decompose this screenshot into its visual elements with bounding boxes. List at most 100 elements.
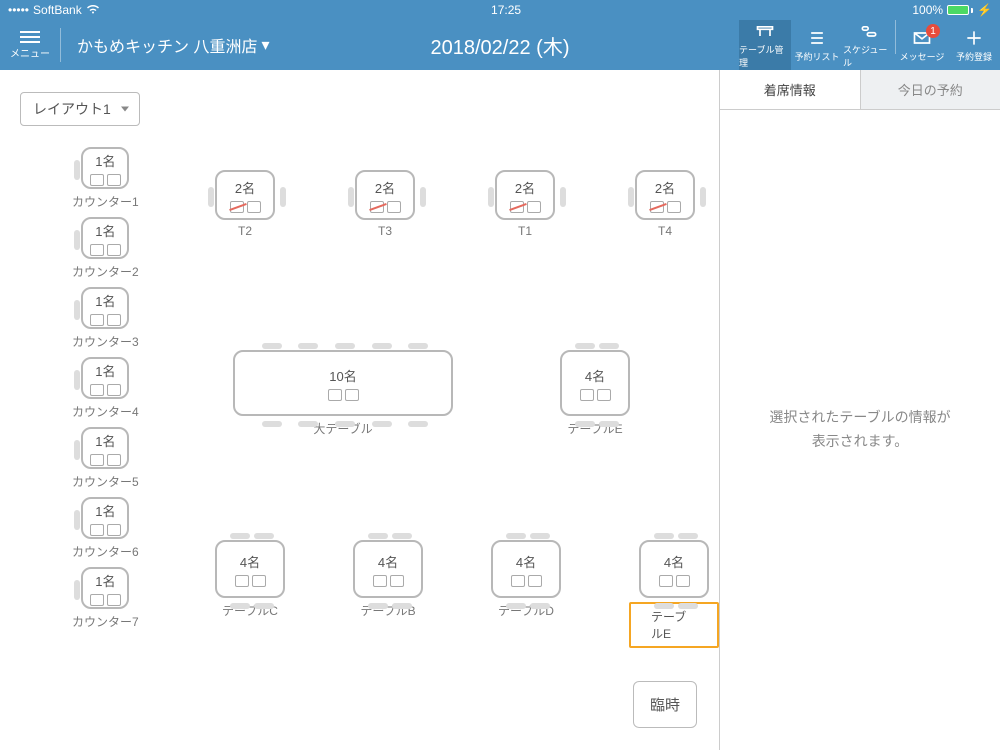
counter-table[interactable]: 1名 カウンター3 — [72, 287, 139, 350]
seat-mini-icon — [107, 594, 121, 606]
table-capacity: 2名 — [655, 178, 675, 197]
seat-mini-icon — [252, 575, 266, 587]
counter-table[interactable]: 1名 カウンター4 — [72, 357, 139, 420]
signal-dots-icon: ••••• — [8, 3, 29, 17]
nav-add-reservation[interactable]: 予約登録 — [948, 20, 1000, 70]
table-mini-icon — [580, 389, 594, 401]
layout-selector[interactable]: レイアウト1 — [20, 92, 140, 126]
small-table[interactable]: 2名 T2 — [215, 170, 275, 238]
table-mini-icon — [373, 575, 387, 587]
temporary-button[interactable]: 臨時 — [633, 681, 697, 728]
table-capacity: 4名 — [664, 552, 684, 571]
seat-mini-icon — [107, 524, 121, 536]
table-mini-icon — [90, 524, 104, 536]
floor-plan[interactable]: レイアウト1 臨時 1名 カウンター1 1名 カウンター2 1名 カウンター3 — [0, 70, 720, 750]
menu-button[interactable]: メニュー — [0, 20, 60, 70]
status-bar: ••••• SoftBank 17:25 100% ⚡ — [0, 0, 1000, 20]
table-capacity: 1名 — [95, 221, 115, 240]
counter-table[interactable]: 1名 カウンター7 — [72, 567, 139, 630]
table-label: T3 — [378, 224, 392, 238]
table-mini-icon — [235, 575, 249, 587]
seat-mini-icon — [107, 384, 121, 396]
table-capacity: 2名 — [375, 178, 395, 197]
bottom-table[interactable]: 4名 テーブルC — [215, 540, 285, 619]
seat-mini-icon — [390, 575, 404, 587]
table-mini-icon — [90, 174, 104, 186]
nav-label: メッセージ — [900, 50, 945, 63]
table-label: カウンター7 — [72, 613, 139, 630]
table-capacity: 4名 — [240, 552, 260, 571]
table-capacity: 1名 — [95, 501, 115, 520]
table-mini-icon — [90, 384, 104, 396]
big-table[interactable]: 10名 大テーブル — [233, 350, 453, 437]
table-mini-icon — [90, 244, 104, 256]
table-label: テーブルE — [629, 602, 719, 648]
table-label: T4 — [658, 224, 672, 238]
bottom-table[interactable]: 4名 テーブルE — [629, 540, 719, 648]
table-icon — [754, 21, 776, 41]
nav-reservation-list[interactable]: 予約リスト — [791, 20, 843, 70]
bottom-table[interactable]: 4名 テーブルD — [491, 540, 561, 619]
table-mini-icon — [90, 594, 104, 606]
table-capacity: 1名 — [95, 151, 115, 170]
counter-table[interactable]: 1名 カウンター1 — [72, 147, 139, 210]
small-table[interactable]: 2名 T1 — [495, 170, 555, 238]
table-mini-icon — [328, 389, 342, 401]
table-capacity: 4名 — [585, 366, 605, 385]
bottom-table[interactable]: 4名 テーブルB — [353, 540, 423, 619]
tab-today-reservations[interactable]: 今日の予約 — [860, 70, 1000, 110]
table-label: カウンター3 — [72, 333, 139, 350]
charging-icon: ⚡ — [977, 3, 992, 17]
table-mini-icon — [90, 314, 104, 326]
seat-mini-icon — [107, 174, 121, 186]
table-capacity: 1名 — [95, 431, 115, 450]
seat-mini-icon — [107, 244, 121, 256]
small-table[interactable]: 2名 T4 — [635, 170, 695, 238]
menu-label: メニュー — [10, 45, 50, 60]
seat-mini-icon — [247, 201, 261, 213]
table-capacity: 2名 — [515, 178, 535, 197]
carrier-label: SoftBank — [33, 3, 82, 17]
tab-seat-info[interactable]: 着席情報 — [720, 70, 860, 110]
table-capacity: 4名 — [378, 552, 398, 571]
store-selector[interactable]: かもめキッチン 八重洲店 ▾ — [61, 33, 285, 57]
seat-mini-icon — [528, 575, 542, 587]
wifi-icon — [86, 3, 100, 17]
counter-table[interactable]: 1名 カウンター5 — [72, 427, 139, 490]
seat-mini-icon — [107, 314, 121, 326]
table-mini-icon — [511, 575, 525, 587]
status-time: 17:25 — [491, 3, 521, 17]
table-capacity: 10名 — [329, 366, 356, 385]
table-label: カウンター5 — [72, 473, 139, 490]
nav-label: テーブル管理 — [739, 43, 791, 69]
table-capacity: 2名 — [235, 178, 255, 197]
table-mini-icon — [90, 454, 104, 466]
no-smoking-icon — [230, 201, 244, 213]
counter-table[interactable]: 1名 カウンター6 — [72, 497, 139, 560]
nav-label: 予約リスト — [794, 50, 839, 63]
table-label: T1 — [518, 224, 532, 238]
no-smoking-icon — [650, 201, 664, 213]
mid-table[interactable]: 4名 テーブルE — [560, 350, 630, 437]
nav-label: スケジュール — [843, 43, 895, 69]
table-capacity: 1名 — [95, 291, 115, 310]
seat-mini-icon — [387, 201, 401, 213]
store-name: かもめキッチン 八重洲店 — [77, 33, 257, 57]
table-capacity: 4名 — [516, 552, 536, 571]
seat-mini-icon — [107, 454, 121, 466]
side-empty-message: 選択されたテーブルの情報が表示されます。 — [769, 406, 950, 454]
seat-mini-icon — [527, 201, 541, 213]
nav-schedule[interactable]: スケジュール — [843, 20, 895, 70]
nav-table-management[interactable]: テーブル管理 — [739, 20, 791, 70]
no-smoking-icon — [370, 201, 384, 213]
table-label: カウンター2 — [72, 263, 139, 280]
message-badge: 1 — [926, 24, 940, 38]
counter-table[interactable]: 1名 カウンター2 — [72, 217, 139, 280]
seat-mini-icon — [597, 389, 611, 401]
table-label: カウンター1 — [72, 193, 139, 210]
small-table[interactable]: 2名 T3 — [355, 170, 415, 238]
table-mini-icon — [659, 575, 673, 587]
nav-messages[interactable]: 1 メッセージ — [896, 20, 948, 70]
schedule-icon — [858, 21, 880, 41]
date-title[interactable]: 2018/02/22 (木) — [431, 31, 570, 60]
